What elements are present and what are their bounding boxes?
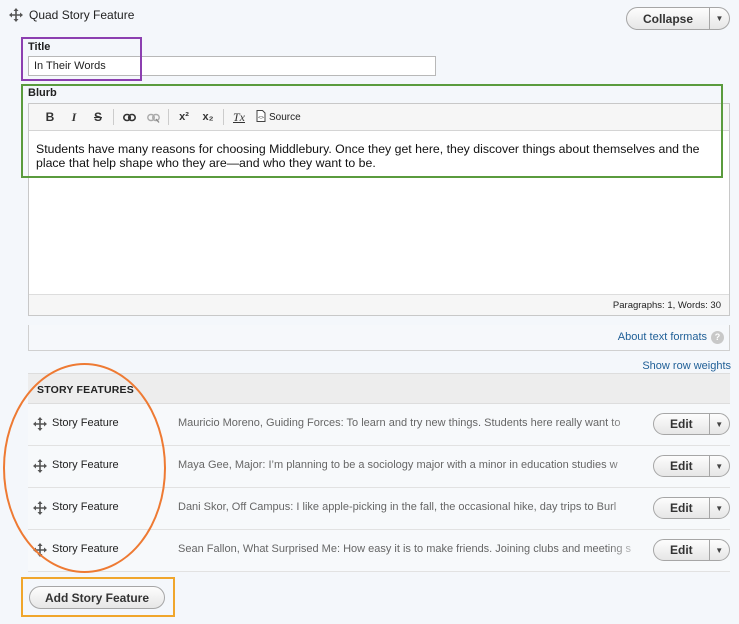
collapse-button[interactable]: Collapse bbox=[627, 8, 709, 29]
row-summary: Mauricio Moreno, Guiding Forces: To lear… bbox=[178, 417, 621, 429]
edit-dropbutton: Edit ▼ bbox=[653, 497, 730, 519]
edit-button[interactable]: Edit bbox=[654, 540, 709, 560]
row-summary: Sean Fallon, What Surprised Me: How easy… bbox=[178, 543, 632, 555]
paragraph-header: Quad Story Feature bbox=[9, 8, 134, 22]
drag-handle-icon[interactable] bbox=[9, 8, 23, 22]
row-summary: Dani Skor, Off Campus: I like apple-pick… bbox=[178, 501, 617, 513]
help-icon[interactable]: ? bbox=[711, 331, 724, 344]
caret-down-icon[interactable]: ▼ bbox=[708, 498, 729, 518]
edit-button[interactable]: Edit bbox=[654, 414, 709, 434]
add-button-highlight-box bbox=[21, 577, 175, 617]
summary-fade bbox=[608, 454, 648, 478]
edit-dropbutton: Edit ▼ bbox=[653, 413, 730, 435]
summary-fade bbox=[608, 412, 648, 436]
editor-status: Paragraphs: 1, Words: 30 bbox=[29, 294, 729, 315]
title-highlight-box bbox=[21, 37, 142, 81]
collapse-dropbutton: Collapse ▼ bbox=[626, 7, 731, 30]
edit-dropbutton: Edit ▼ bbox=[653, 455, 730, 477]
about-text-formats-link[interactable]: About text formats bbox=[618, 331, 707, 343]
row-summary: Maya Gee, Major: I’m planning to be a so… bbox=[178, 459, 618, 471]
blurb-highlight-box bbox=[21, 84, 723, 178]
summary-fade bbox=[608, 538, 648, 562]
caret-down-icon[interactable]: ▼ bbox=[709, 8, 729, 29]
caret-down-icon[interactable]: ▼ bbox=[708, 456, 729, 476]
show-row-weights-link[interactable]: Show row weights bbox=[642, 360, 731, 372]
edit-button[interactable]: Edit bbox=[654, 498, 709, 518]
text-formats-bar: About text formats ? bbox=[28, 325, 730, 351]
story-features-highlight-circle bbox=[3, 363, 166, 573]
paragraph-title: Quad Story Feature bbox=[29, 8, 135, 22]
summary-fade bbox=[608, 496, 648, 520]
caret-down-icon[interactable]: ▼ bbox=[708, 414, 729, 434]
edit-dropbutton: Edit ▼ bbox=[653, 539, 730, 561]
edit-button[interactable]: Edit bbox=[654, 456, 709, 476]
caret-down-icon[interactable]: ▼ bbox=[708, 540, 729, 560]
